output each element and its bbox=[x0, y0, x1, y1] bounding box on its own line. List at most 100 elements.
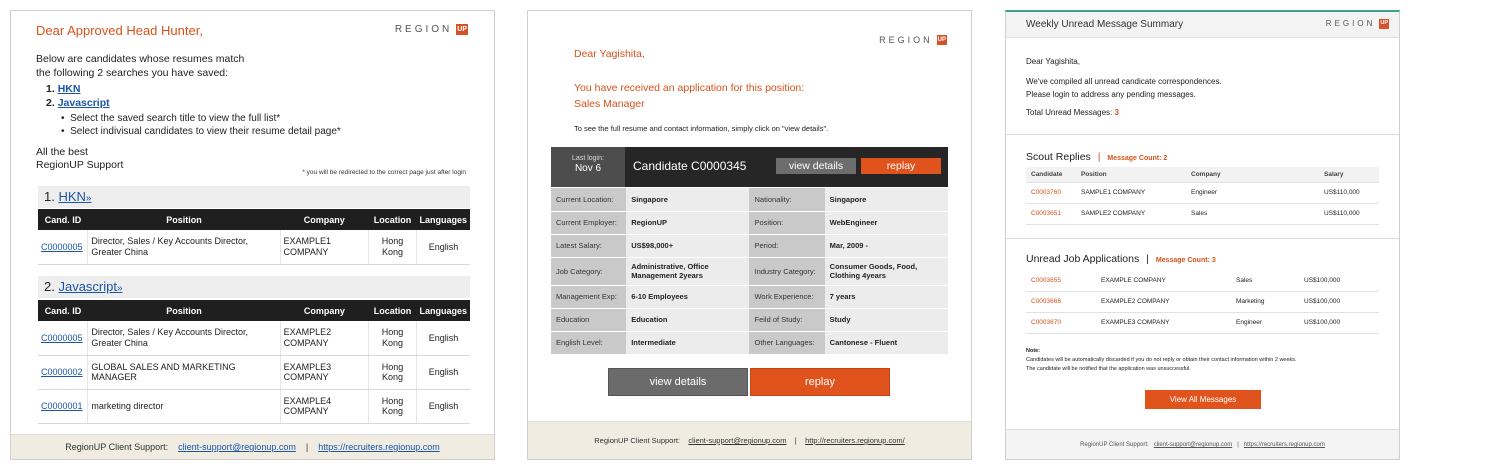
scout-replies-table: Candidate Position Company Salary C00037… bbox=[1026, 167, 1379, 225]
detail-value: Cantonese - Fluent bbox=[824, 331, 948, 355]
detail-row: Management Exp: 6-10 Employees Work Expe… bbox=[551, 285, 948, 309]
email-greeting: Dear Yagishita, bbox=[574, 48, 645, 60]
candidate-id-link[interactable]: C0003666 bbox=[1026, 291, 1096, 313]
candidate-header-bar: Last login: Nov 6 Candidate C0000345 vie… bbox=[551, 147, 948, 187]
candidate-id-link[interactable]: C0003655 bbox=[1026, 270, 1096, 292]
position-cell: GLOBAL SALES AND MARKETING MANAGER bbox=[87, 355, 281, 390]
detail-value: US$98,000+ bbox=[626, 234, 750, 258]
instruction-text: Select indivisual candidates to view the… bbox=[70, 126, 341, 137]
detail-label: Latest Salary: bbox=[551, 234, 627, 258]
candidate-id-link[interactable]: C0000005 bbox=[41, 242, 83, 252]
recruiters-site-link[interactable]: https://recruiters.regionup.com bbox=[318, 442, 440, 452]
col-header-position: Position bbox=[87, 209, 280, 230]
table-row: C0000005 Director, Sales / Key Accounts … bbox=[38, 321, 470, 356]
detail-value: 6-10 Employees bbox=[626, 285, 750, 309]
col-header-company: Company bbox=[1186, 167, 1319, 183]
unread-applications-heading: Unread Job Applications | Message Count:… bbox=[1026, 253, 1216, 265]
intro-line-2: the following 2 searches you have saved: bbox=[36, 67, 229, 79]
double-chevron-icon[interactable]: » bbox=[86, 193, 92, 204]
location-cell: Hong Kong bbox=[368, 230, 417, 265]
candidate-id-link[interactable]: C0003670 bbox=[1026, 312, 1096, 334]
detail-label: Job Category: bbox=[551, 257, 627, 286]
section-link-hkn[interactable]: HKN bbox=[58, 189, 85, 204]
detail-label: English Level: bbox=[551, 331, 627, 355]
intro-line-1: Below are candidates whose resumes match bbox=[36, 53, 245, 65]
detail-row: Job Category: Administrative, Office Man… bbox=[551, 257, 948, 286]
section-number: 2. bbox=[44, 279, 55, 294]
position-cell: Sales bbox=[1231, 270, 1299, 292]
support-email-link[interactable]: client-support@regionup.com bbox=[178, 442, 296, 452]
headline-text: You have received an application for thi… bbox=[574, 82, 805, 94]
company-cell: EXAMPLE4 COMPANY bbox=[280, 389, 370, 424]
col-header-id: Cand. ID bbox=[38, 300, 88, 321]
search-number: 2. bbox=[46, 97, 55, 109]
candidate-id-link[interactable]: C0003760 bbox=[1026, 182, 1076, 204]
note-line-2: The candidate will be notified that the … bbox=[1026, 366, 1191, 372]
view-details-large-button[interactable]: view details bbox=[608, 368, 748, 396]
detail-value: Mar, 2009 - bbox=[824, 234, 948, 258]
position-cell: Marketing bbox=[1231, 291, 1299, 313]
salary-cell: US$100,000 bbox=[1299, 312, 1379, 334]
detail-value: RegionUP bbox=[626, 211, 750, 235]
support-email-link[interactable]: client-support@regionup.com bbox=[1154, 442, 1232, 448]
email-greeting: Dear Approved Head Hunter, bbox=[36, 23, 203, 38]
detail-value: Singapore bbox=[626, 188, 750, 212]
col-header-languages: Languages bbox=[416, 209, 470, 230]
weekly-summary-email: Weekly Unread Message Summary REGION UP … bbox=[1005, 10, 1400, 460]
last-login-box: Last login: Nov 6 bbox=[551, 147, 625, 187]
detail-row: English Level: Intermediate Other Langua… bbox=[551, 331, 948, 355]
view-details-button[interactable]: view details bbox=[776, 158, 856, 174]
total-unread-count: 3 bbox=[1114, 108, 1119, 117]
language-cell: English bbox=[416, 321, 470, 356]
salary-cell: US$110,000 bbox=[1319, 203, 1379, 225]
detail-value: Education bbox=[626, 308, 750, 332]
instruction-text: Select the saved search title to view th… bbox=[70, 113, 281, 124]
detail-value: Intermediate bbox=[626, 331, 750, 355]
total-unread: Total Unread Messages: 3 bbox=[1026, 108, 1119, 117]
support-email-link[interactable]: client-support@regionup.com bbox=[688, 436, 786, 445]
section-link-javascript[interactable]: Javascript bbox=[58, 279, 117, 294]
email-footer: RegionUP Client Support: client-support@… bbox=[528, 421, 971, 459]
col-header-location: Location bbox=[368, 300, 417, 321]
saved-search-item: 2. Javascript bbox=[46, 96, 110, 110]
replay-button[interactable]: replay bbox=[861, 158, 941, 174]
candidate-id-link[interactable]: C0003651 bbox=[1026, 203, 1076, 225]
candidate-id-link[interactable]: C0000002 bbox=[41, 367, 83, 377]
footer-label: RegionUP Client Support: bbox=[1080, 442, 1149, 448]
position-cell: marketing director bbox=[87, 389, 281, 424]
location-cell: Hong Kong bbox=[368, 321, 417, 356]
detail-label: Current Employer: bbox=[551, 211, 627, 235]
unread-applications-table: C0003655 EXAMPLE COMPANY Sales US$100,00… bbox=[1026, 270, 1379, 334]
company-cell: SAMPLE2 COMPANY bbox=[1076, 203, 1186, 225]
position-cell: Director, Sales / Key Accounts Director,… bbox=[87, 230, 281, 265]
location-cell: Hong Kong bbox=[368, 355, 417, 390]
col-header-location: Location bbox=[368, 209, 417, 230]
table-header-row: Cand. ID Position Company Location Langu… bbox=[38, 300, 470, 321]
candidate-id-link[interactable]: C0000005 bbox=[41, 333, 83, 343]
last-login-value: Nov 6 bbox=[574, 163, 602, 174]
footer-separator: | bbox=[305, 442, 309, 452]
view-all-messages-button[interactable]: View All Messages bbox=[1145, 390, 1261, 409]
scout-replies-title: Scout Replies bbox=[1026, 151, 1091, 163]
summary-title: Weekly Unread Message Summary bbox=[1026, 19, 1184, 30]
scout-replies-heading: Scout Replies | Message Count: 2 bbox=[1026, 151, 1167, 163]
recruiters-site-link[interactable]: https://recruiters.regionup.com bbox=[1244, 442, 1325, 448]
detail-value: 7 years bbox=[824, 285, 948, 309]
detail-value: Consumer Goods, Food, Clothing 4years bbox=[824, 257, 948, 286]
replay-large-button[interactable]: replay bbox=[750, 368, 890, 396]
double-chevron-icon[interactable]: » bbox=[117, 283, 123, 294]
company-cell: EXAMPLE1 COMPANY bbox=[280, 230, 370, 265]
email-footer: RegionUP Client Support: client-support@… bbox=[1006, 429, 1399, 459]
table-row: C0003760 SAMPLE1 COMPANY Engineer US$110… bbox=[1026, 182, 1379, 204]
company-cell: EXAMPLE3 COMPANY bbox=[280, 355, 370, 390]
salary-cell: US$100,000 bbox=[1299, 291, 1379, 313]
recruiters-site-link[interactable]: http://recruiters.regionup.com/ bbox=[805, 436, 905, 445]
instruction-item: • Select indivisual candidates to view t… bbox=[61, 126, 341, 137]
candidate-id-link[interactable]: C0000001 bbox=[41, 401, 83, 411]
col-header-languages: Languages bbox=[416, 300, 470, 321]
detail-label: Current Location: bbox=[551, 188, 627, 212]
search-link-hkn[interactable]: HKN bbox=[58, 83, 81, 95]
footer-separator: | bbox=[794, 436, 797, 445]
search-link-javascript[interactable]: Javascript bbox=[58, 97, 110, 109]
heading-separator: | bbox=[1146, 253, 1149, 265]
